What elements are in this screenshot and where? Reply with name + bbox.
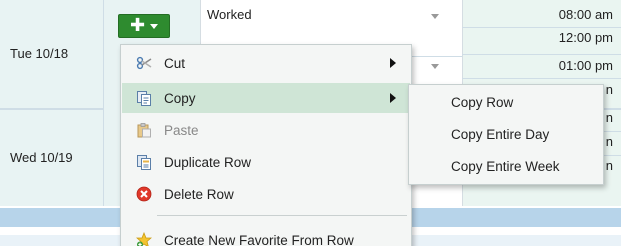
favorite-star-icon (136, 232, 152, 246)
menu-item-duplicate-row[interactable]: Duplicate Row (122, 147, 410, 177)
menu-item-copy[interactable]: Copy (122, 83, 410, 113)
add-row-menu-button[interactable]: ✚ (118, 14, 170, 38)
row-context-menu: Cut Copy Paste Duplicate Row Delete Row … (120, 44, 412, 246)
menu-item-paste[interactable]: Paste (122, 115, 410, 145)
menu-item-cut-label: Cut (164, 55, 186, 71)
duplicate-icon (136, 154, 152, 170)
copy-icon (136, 90, 152, 106)
time-cell-clipped-3[interactable]: n (606, 134, 613, 149)
submenu-item-copy-row[interactable]: Copy Row (409, 87, 603, 118)
day-divider (0, 108, 104, 110)
time-type-value[interactable]: Worked (207, 7, 252, 22)
time-cell-clipped-2[interactable]: n (606, 110, 613, 125)
day-cell-tue: Tue 10/18 (0, 0, 104, 108)
day-label-tue: Tue 10/18 (10, 46, 69, 61)
submenu-arrow-icon (390, 93, 396, 103)
timesheet-view: Tue 10/18 Wed 10/19 Worked 08:00 am 12:0… (0, 0, 621, 246)
time-type-dropdown-icon-2[interactable] (431, 64, 439, 69)
scissors-icon (136, 55, 152, 71)
menu-item-delete-row-label: Delete Row (164, 186, 234, 202)
menu-item-create-favorite-label: Create New Favorite From Row (164, 232, 354, 246)
menu-item-copy-label: Copy (164, 90, 196, 106)
submenu-item-copy-entire-week[interactable]: Copy Entire Week (409, 151, 603, 182)
time-row-divider-1 (462, 27, 621, 28)
submenu-arrow-icon (390, 58, 396, 68)
time-type-dropdown-icon[interactable] (431, 14, 439, 19)
time-cell-start[interactable]: 08:00 am (559, 7, 613, 22)
time-cell-end[interactable]: 12:00 pm (559, 30, 613, 45)
time-row-divider-3 (462, 78, 621, 79)
menu-item-cut[interactable]: Cut (122, 48, 410, 78)
paste-icon (136, 122, 152, 138)
chevron-down-icon (150, 23, 159, 29)
time-cell-clipped-1[interactable]: n (606, 82, 613, 97)
menu-item-paste-label: Paste (164, 122, 199, 138)
day-label-wed: Wed 10/19 (10, 150, 73, 165)
menu-item-delete-row[interactable]: Delete Row (122, 179, 410, 209)
submenu-item-copy-entire-day[interactable]: Copy Entire Day (409, 119, 603, 150)
day-cell-wed: Wed 10/19 (0, 110, 104, 206)
time-cell-start-2[interactable]: 01:00 pm (559, 58, 613, 73)
menu-separator (157, 215, 407, 216)
menu-item-duplicate-row-label: Duplicate Row (164, 154, 252, 170)
delete-icon (136, 186, 152, 202)
menu-item-create-favorite[interactable]: Create New Favorite From Row (122, 225, 410, 246)
time-row-divider-2 (462, 54, 621, 55)
copy-submenu: Copy Row Copy Entire Day Copy Entire Wee… (408, 84, 604, 185)
time-cell-clipped-4[interactable]: n (606, 158, 613, 173)
plus-icon: ✚ (129, 15, 146, 36)
